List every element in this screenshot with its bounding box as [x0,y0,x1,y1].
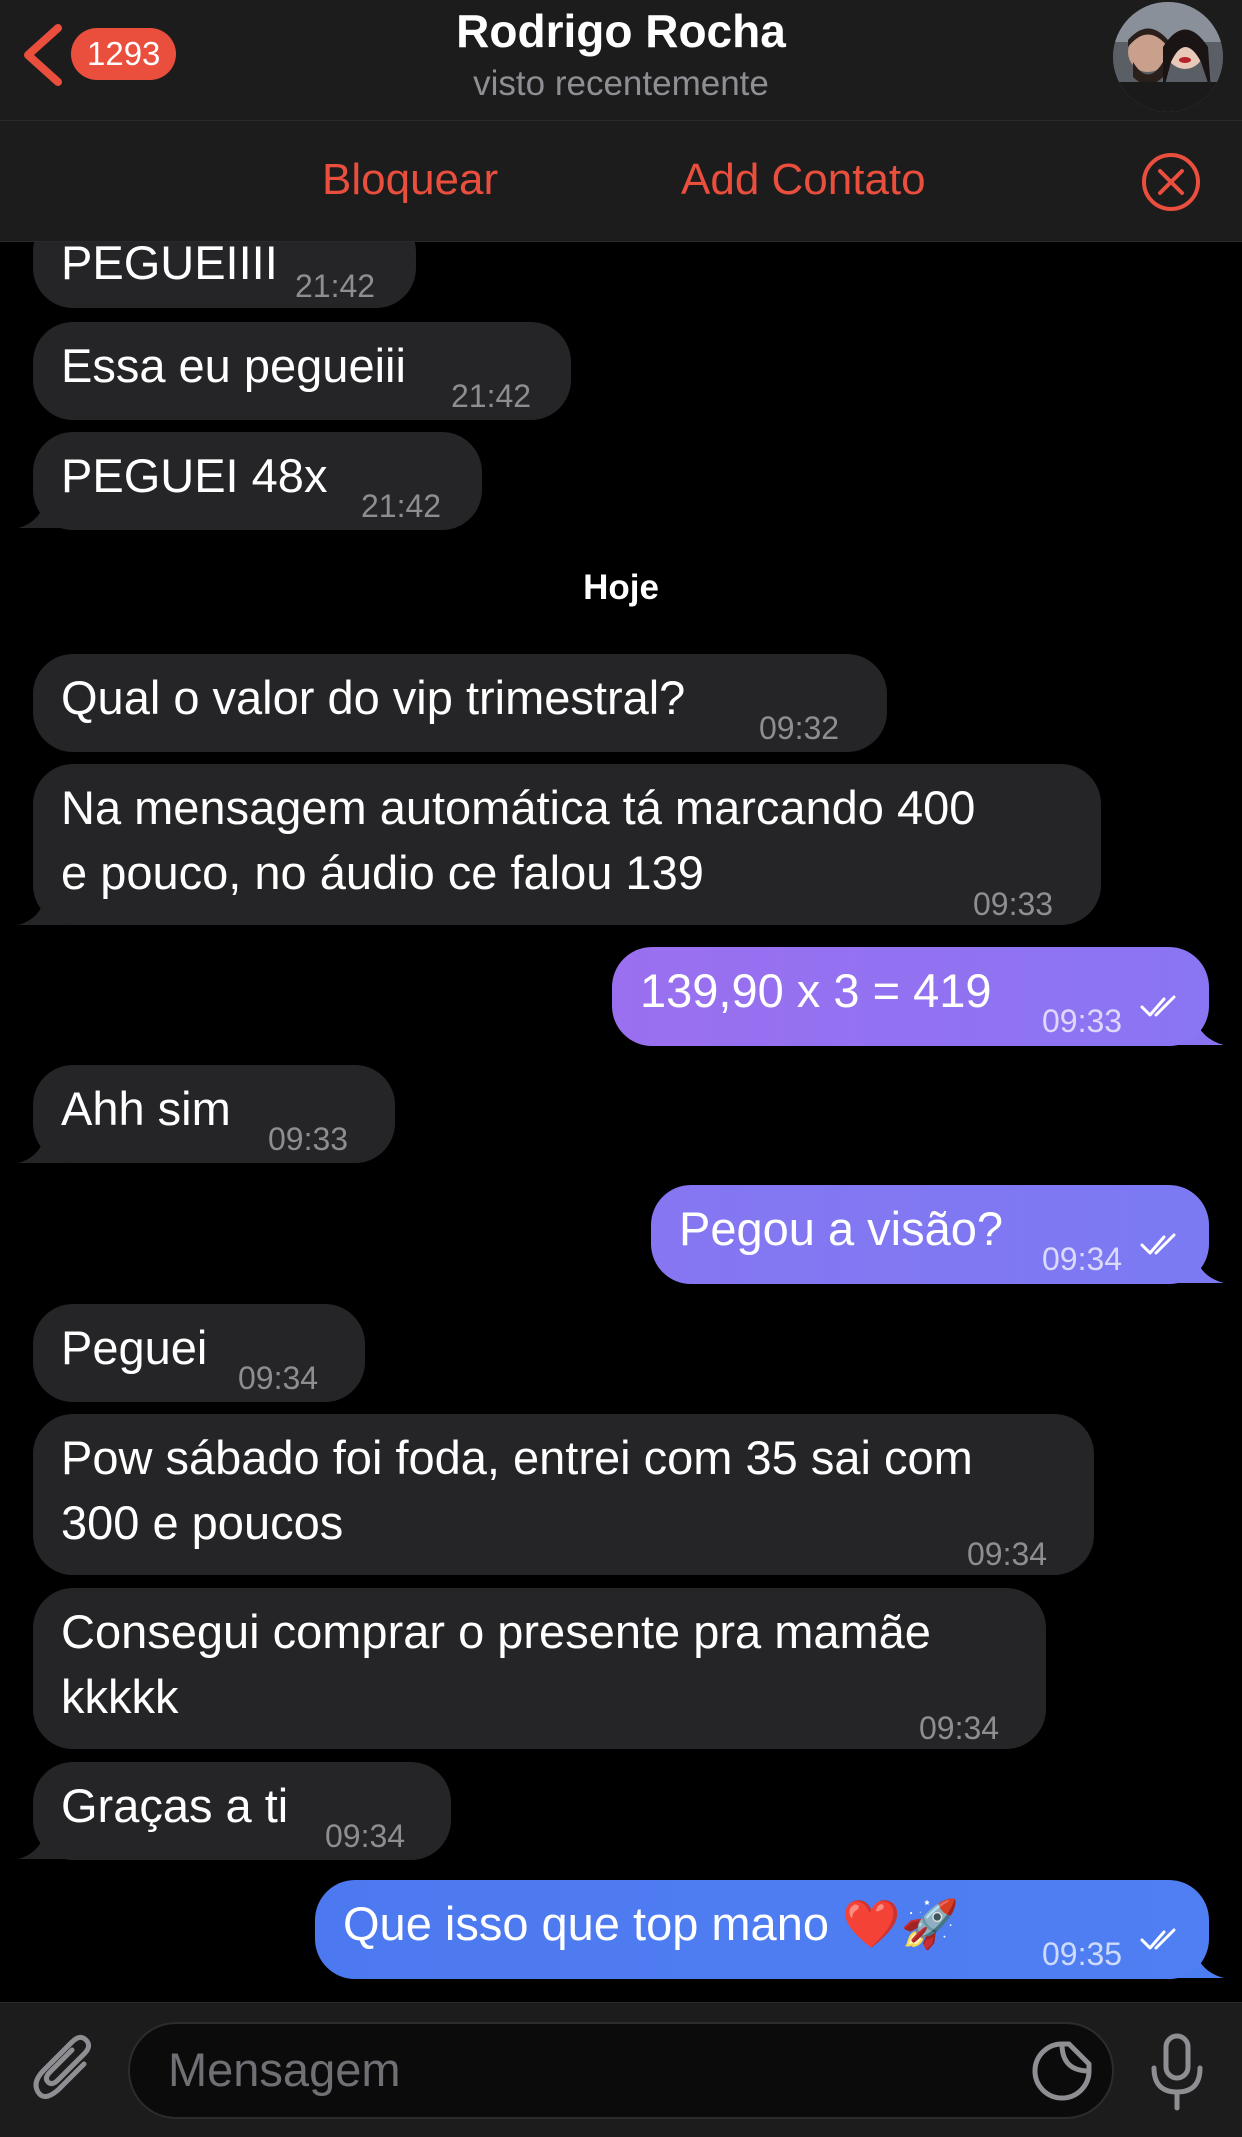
message-bubble-incoming[interactable]: Qual o valor do vip trimestral? 09:32 [33,654,887,752]
message-time: 09:35 [1042,1936,1123,1972]
message-text: Consegui comprar o presente pra mamãe kk… [61,1605,931,1723]
message-text: Essa eu pegueiii [61,339,406,392]
contact-action-bar: Bloquear Add Contato [0,121,1242,242]
message-time: 09:33 [1042,1003,1123,1039]
close-icon[interactable] [1141,152,1201,212]
message-bubble-outgoing[interactable]: Que isso que top mano ❤️🚀 09:35 [315,1880,1209,1979]
block-button[interactable]: Bloquear [322,155,498,205]
message-bubble-incoming[interactable]: Peguei 09:34 [33,1304,365,1402]
read-checkmarks-icon [1140,1928,1176,1950]
message-text: Pow sábado foi foda, entrei com 35 sai c… [61,1431,973,1549]
message-bubble-outgoing[interactable]: 139,90 x 3 = 419 09:33 [612,947,1209,1046]
message-text: PEGUEIIII [61,242,278,289]
read-checkmarks-icon [1140,1233,1176,1255]
message-bubble-outgoing[interactable]: Pegou a visão? 09:34 [651,1185,1209,1284]
message-bubble-incoming[interactable]: PEGUEIIII 21:42 [33,242,416,308]
message-text: Peguei [61,1321,208,1374]
microphone-icon[interactable] [1148,2032,1206,2112]
attachment-icon[interactable] [30,2030,96,2106]
message-time: 09:34 [325,1818,406,1854]
message-text: Pegou a visão? [679,1202,1004,1255]
message-text: Ahh sim [61,1082,231,1135]
message-text: Graças a ti [61,1779,289,1832]
message-text: PEGUEI 48x [61,449,328,502]
message-time: 09:34 [967,1536,1048,1572]
message-bubble-incoming[interactable]: Pow sábado foi foda, entrei com 35 sai c… [33,1414,1094,1575]
contact-name[interactable]: Rodrigo Rocha [0,4,1242,58]
add-contact-button[interactable]: Add Contato [681,155,926,205]
message-time: 21:42 [295,268,376,304]
message-time: 09:33 [268,1121,349,1157]
sticker-icon[interactable] [1031,2040,1093,2102]
message-text: 139,90 x 3 = 419 [640,964,992,1017]
message-time: 21:42 [451,378,532,414]
read-checkmarks-icon [1140,995,1176,1017]
message-time: 09:32 [759,710,840,746]
message-bubble-incoming[interactable]: Essa eu pegueiii 21:42 [33,322,571,420]
message-time: 09:33 [973,886,1054,922]
message-bubble-incoming[interactable]: Na mensagem automática tá marcando 400 e… [33,764,1101,925]
message-input[interactable]: Mensagem [128,2022,1114,2119]
message-bubble-incoming[interactable]: PEGUEI 48x 21:42 [33,432,482,530]
contact-status: visto recentemente [473,64,769,103]
message-text: Qual o valor do vip trimestral? [61,671,686,724]
message-input-placeholder: Mensagem [168,2043,401,2096]
message-text: Que isso que top mano ❤️🚀 [343,1897,960,1950]
message-time: 09:34 [1042,1241,1123,1277]
message-time: 09:34 [919,1710,1000,1746]
chat-header: 1293 Rodrigo Rocha visto recentemente [0,0,1242,121]
message-list[interactable]: PEGUEIIII 21:42 Essa eu pegueiii 21:42 P… [0,242,1242,2002]
message-time: 09:34 [238,1360,319,1396]
message-bubble-incoming[interactable]: Ahh sim 09:33 [33,1065,395,1163]
message-time: 21:42 [361,488,442,524]
date-separator: Hoje [583,568,659,607]
contact-avatar[interactable] [1113,2,1223,112]
message-bubble-incoming[interactable]: Consegui comprar o presente pra mamãe kk… [33,1588,1046,1749]
message-text: Na mensagem automática tá marcando 400 e… [61,781,976,899]
message-bubble-incoming[interactable]: Graças a ti 09:34 [33,1762,451,1860]
